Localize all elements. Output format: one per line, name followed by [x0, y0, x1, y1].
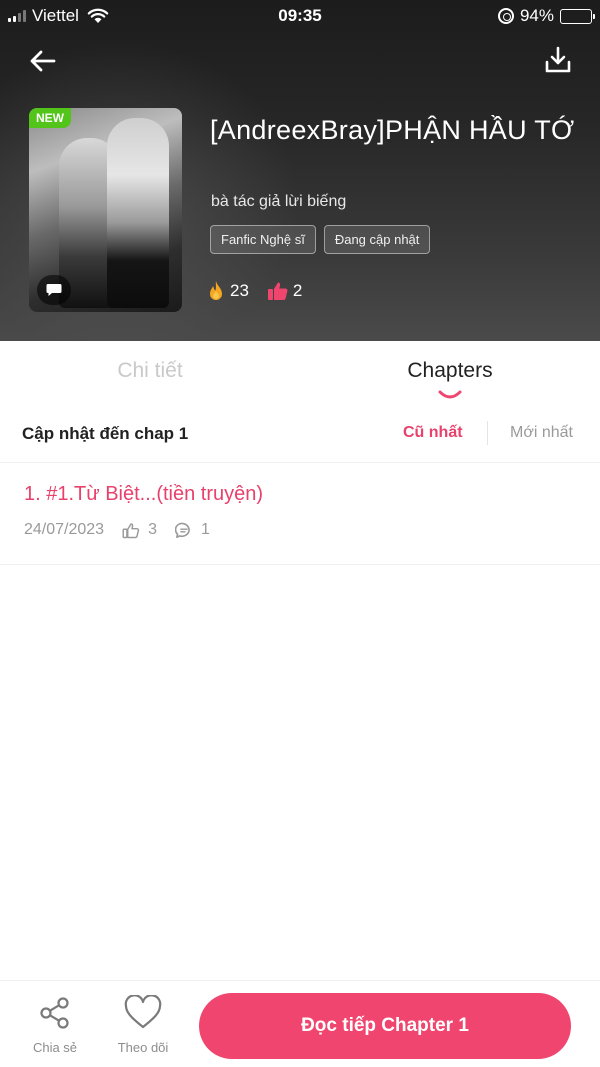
- views-stat: 23: [206, 280, 249, 302]
- continue-reading-button[interactable]: Đọc tiếp Chapter 1: [199, 993, 571, 1059]
- chapter-title[interactable]: 1. #1.Từ Biệt...(tiền truyện): [24, 483, 263, 506]
- content-tabs: Chi tiết Chapters: [0, 341, 600, 407]
- story-title: [AndreexBray]PHẬN HẦU TỚ: [210, 115, 575, 145]
- fire-icon: [210, 281, 222, 300]
- story-header: Viettel 09:35 94% NEW [AndreexBray]PHẬN …: [0, 0, 600, 341]
- chat-icon: [46, 284, 62, 296]
- story-author[interactable]: bà tác giả lừi biếng: [211, 193, 346, 211]
- tab-details[interactable]: Chi tiết: [0, 359, 300, 383]
- thumbs-up-icon: [267, 282, 288, 300]
- share-icon: [40, 997, 69, 1029]
- download-icon[interactable]: [542, 44, 574, 76]
- chapter-list-item[interactable]: 1. #1.Từ Biệt...(tiền truyện) 24/07/2023…: [0, 463, 600, 565]
- battery-percentage: 94%: [519, 6, 554, 25]
- status-right: 94%: [497, 6, 595, 26]
- active-tab-indicator: [438, 390, 462, 399]
- tag-genre[interactable]: Fanfic Nghệ sĩ: [210, 225, 316, 254]
- thumbs-up-outline-icon: [122, 522, 140, 538]
- chapter-list-header: Cập nhật đến chap 1 Cũ nhất Mới nhất: [0, 407, 600, 463]
- chapter-meta: 24/07/2023 3 1: [24, 521, 228, 539]
- chapter-update-status: Cập nhật đến chap 1: [22, 424, 189, 443]
- bottom-action-bar: Chia sẻ Theo dõi Đọc tiếp Chapter 1: [0, 980, 600, 1067]
- story-stats: 23 2: [206, 280, 320, 302]
- share-button[interactable]: Chia sẻ: [20, 995, 90, 1055]
- chapter-likes: 3: [122, 521, 157, 539]
- sort-divider: [487, 421, 488, 445]
- sort-oldest-button[interactable]: Cũ nhất: [403, 424, 463, 442]
- share-label: Chia sẻ: [32, 1040, 78, 1055]
- chapter-likes-count: 3: [148, 521, 157, 538]
- heart-icon: [124, 994, 162, 1029]
- story-tags: Fanfic Nghệ sĩ Đang cập nhật: [210, 225, 431, 254]
- likes-stat: 2: [267, 281, 302, 301]
- back-arrow-icon[interactable]: [26, 44, 60, 78]
- views-count: 23: [230, 281, 249, 300]
- chapter-comments: 1: [174, 521, 210, 539]
- cover-figure-right: [107, 118, 169, 308]
- follow-button[interactable]: Theo dõi: [108, 994, 178, 1055]
- chapter-date: 24/07/2023: [24, 521, 105, 538]
- chapter-comments-count: 1: [200, 521, 210, 538]
- comment-outline-icon: [174, 522, 190, 538]
- tab-chapters[interactable]: Chapters: [300, 359, 600, 383]
- follow-label: Theo dõi: [117, 1040, 169, 1055]
- sort-newest-button[interactable]: Mới nhất: [510, 424, 573, 442]
- likes-count: 2: [292, 281, 303, 300]
- comment-bubble-icon[interactable]: [37, 275, 71, 305]
- tag-status[interactable]: Đang cập nhật: [323, 225, 431, 254]
- new-badge: NEW: [29, 108, 71, 128]
- battery-icon: [560, 8, 595, 24]
- rotation-lock-icon: [497, 8, 514, 24]
- status-bar: Viettel 09:35 94%: [0, 0, 600, 32]
